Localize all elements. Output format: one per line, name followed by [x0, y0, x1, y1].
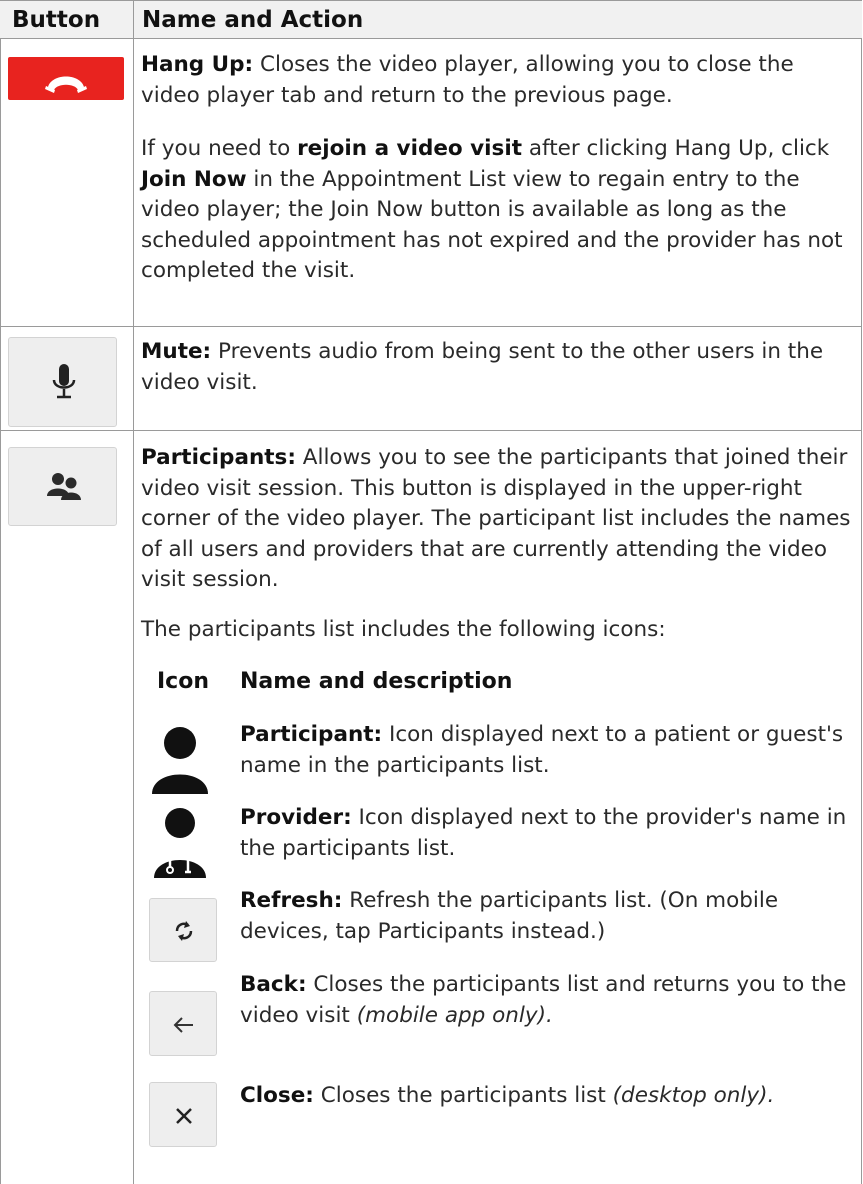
hangup-rejoin-note: If you need to rejoin a video visit afte…: [141, 134, 853, 287]
participants-name: Participants:: [141, 445, 296, 470]
column-divider: [133, 0, 134, 1184]
header-button: Button: [12, 7, 101, 33]
provider-icon-name: Provider:: [240, 805, 352, 830]
back-button: [149, 991, 217, 1056]
back-icon-name: Back:: [240, 972, 307, 997]
subtable-header-name-desc: Name and description: [240, 669, 513, 694]
refresh-icon-description: Refresh: Refresh the participants list. …: [240, 886, 852, 947]
rejoin-text-e: in the Appointment List view to regain e…: [141, 166, 843, 284]
back-icon-description: Back: Closes the participants list and r…: [240, 970, 852, 1031]
hangup-name: Hang Up:: [141, 52, 254, 77]
refresh-button: [149, 898, 217, 962]
arrow-left-icon: [173, 1017, 193, 1033]
refresh-icon: [175, 921, 193, 941]
participants-icon: [47, 473, 81, 500]
mute-description: Mute: Prevents audio from being sent to …: [141, 337, 853, 398]
microphone-icon: [52, 364, 76, 399]
mute-desc: Prevents audio from being sent to the ot…: [141, 339, 824, 395]
person-icon: [148, 722, 212, 794]
participant-icon-name: Participant:: [240, 722, 383, 747]
subtable-header-icon: Icon: [157, 669, 210, 694]
rejoin-text-b: rejoin a video visit: [297, 136, 522, 161]
participants-icons-intro: The participants list includes the follo…: [141, 617, 666, 642]
row-divider: [0, 430, 862, 431]
mute-name: Mute:: [141, 339, 212, 364]
header-name-action: Name and Action: [142, 7, 364, 33]
rejoin-text-c: after clicking Hang Up, click: [522, 136, 830, 161]
mute-button: [8, 337, 117, 427]
close-icon-note: (desktop only).: [612, 1083, 775, 1108]
close-button: [149, 1082, 217, 1147]
close-icon-desc: Closes the participants list: [313, 1083, 613, 1108]
close-x-icon: [176, 1108, 192, 1124]
close-icon-name: Close:: [240, 1083, 314, 1108]
phone-hangup-icon: [45, 76, 87, 93]
hangup-button: [8, 57, 124, 100]
rejoin-text-a: If you need to: [141, 136, 298, 161]
table-border-right: [861, 0, 862, 1184]
back-icon-note: (mobile app only).: [356, 1002, 553, 1028]
participants-description: Participants: Allows you to see the part…: [141, 443, 853, 596]
provider-icon-description: Provider: Icon displayed next to the pro…: [240, 803, 852, 864]
refresh-icon-name: Refresh:: [240, 888, 343, 913]
hangup-description: Hang Up: Closes the video player, allowi…: [141, 50, 853, 111]
doctor-icon: [148, 806, 212, 878]
table-border-left: [0, 0, 1, 1184]
close-icon-description: Close: Closes the participants list (des…: [240, 1081, 852, 1112]
table-header: Button Name and Action: [0, 0, 862, 39]
participant-icon-description: Participant: Icon displayed next to a pa…: [240, 720, 852, 781]
rejoin-text-d: Join Now: [141, 166, 247, 192]
button-reference-table: Button Name and Action Hang Up: Closes t…: [0, 0, 862, 1184]
row-divider: [0, 326, 862, 327]
participants-button: [8, 447, 117, 526]
